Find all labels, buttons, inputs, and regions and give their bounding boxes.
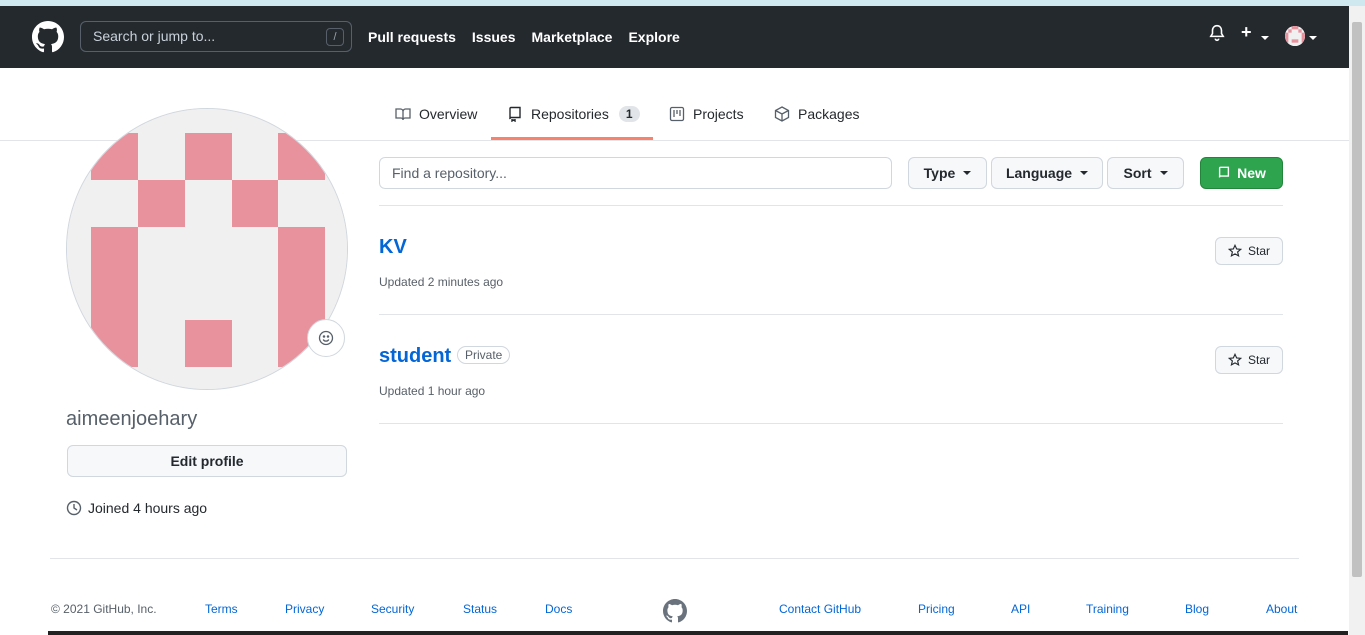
list-divider (379, 423, 1283, 424)
tab-packages[interactable]: Packages (774, 106, 859, 122)
nav-marketplace[interactable]: Marketplace (532, 29, 613, 45)
os-taskbar-edge (48, 631, 1348, 635)
star-label: Star (1247, 244, 1270, 258)
caret-down-icon (1080, 171, 1089, 175)
footer-divider (50, 558, 1299, 559)
create-menu-caret-icon[interactable] (1261, 36, 1269, 40)
type-filter-button[interactable]: Type (908, 157, 987, 189)
book-icon (395, 108, 411, 121)
repositories-count-badge: 1 (618, 106, 640, 122)
joined-text: Joined 4 hours ago (88, 500, 208, 516)
footer-link-blog[interactable]: Blog (1185, 602, 1209, 616)
repo-link-student[interactable]: student (379, 345, 451, 368)
profile-username: aimeenjoehary (66, 408, 198, 430)
identicon-small-icon (1285, 26, 1305, 46)
package-icon (774, 106, 790, 122)
footer-link-api[interactable]: API (1011, 602, 1030, 616)
tab-packages-label: Packages (798, 106, 860, 122)
star-button-student[interactable]: Star (1215, 346, 1283, 374)
repo-icon (509, 106, 521, 122)
github-footer-logo-icon[interactable] (663, 599, 687, 623)
project-icon (669, 106, 685, 122)
tab-projects-label: Projects (693, 106, 744, 122)
tab-overview-label: Overview (419, 106, 478, 122)
caret-down-icon (1159, 171, 1168, 175)
language-filter-button[interactable]: Language (991, 157, 1103, 189)
scrollbar-thumb[interactable] (1352, 22, 1362, 577)
type-filter-label: Type (923, 165, 956, 181)
sort-filter-button[interactable]: Sort (1107, 157, 1184, 189)
site-header: Search or jump to... / Pull requests Iss… (0, 6, 1349, 68)
nav-explore[interactable]: Explore (628, 29, 679, 45)
repo-link-kv[interactable]: KV (379, 236, 407, 259)
tab-overview[interactable]: Overview (395, 106, 477, 122)
identicon-avatar-icon (67, 109, 347, 389)
star-icon (1227, 244, 1242, 258)
caret-down-icon (963, 171, 972, 175)
header-nav: Pull requests Issues Marketplace Explore (368, 29, 680, 45)
nav-issues[interactable]: Issues (472, 29, 516, 45)
set-status-smiley-icon[interactable] (307, 319, 345, 357)
footer-link-docs[interactable]: Docs (545, 602, 572, 616)
footer-link-pricing[interactable]: Pricing (918, 602, 955, 616)
tab-projects[interactable]: Projects (669, 106, 744, 122)
language-filter-label: Language (1005, 165, 1073, 181)
footer-link-about[interactable]: About (1266, 602, 1297, 616)
clock-icon (66, 500, 82, 516)
repo-icon (1218, 166, 1230, 178)
footer-copyright: © 2021 GitHub, Inc. (51, 602, 157, 616)
sort-filter-label: Sort (1123, 165, 1152, 181)
nav-pull-requests[interactable]: Pull requests (368, 29, 456, 45)
create-new-plus-icon[interactable]: + (1241, 22, 1252, 43)
list-divider (379, 205, 1283, 206)
list-divider (379, 314, 1283, 315)
smiley-icon (318, 330, 334, 346)
repo-updated-student: Updated 1 hour ago (379, 384, 486, 398)
active-tab-indicator (491, 137, 653, 140)
new-button-label: New (1237, 165, 1266, 181)
footer-link-status[interactable]: Status (463, 602, 497, 616)
new-repository-button[interactable]: New (1200, 157, 1283, 189)
footer-link-contact[interactable]: Contact GitHub (779, 602, 861, 616)
footer-link-security[interactable]: Security (371, 602, 414, 616)
user-menu-caret-icon[interactable] (1309, 36, 1317, 40)
joined-info: Joined 4 hours ago (66, 500, 207, 516)
star-button-kv[interactable]: Star (1215, 237, 1283, 265)
user-avatar-menu[interactable] (1285, 26, 1305, 46)
search-placeholder: Search or jump to... (93, 28, 216, 44)
search-input[interactable]: Search or jump to... / (80, 21, 352, 52)
edit-profile-button[interactable]: Edit profile (67, 445, 347, 477)
repo-updated-kv: Updated 2 minutes ago (379, 275, 504, 289)
private-badge: Private (457, 346, 511, 364)
star-label: Star (1247, 353, 1270, 367)
star-icon (1227, 353, 1242, 367)
footer-link-privacy[interactable]: Privacy (285, 602, 324, 616)
github-logo-icon[interactable] (32, 21, 64, 53)
profile-avatar[interactable] (66, 108, 348, 390)
search-shortcut-badge: / (326, 28, 344, 46)
notification-bell-icon[interactable] (1208, 24, 1226, 42)
find-repository-input[interactable]: Find a repository... (379, 157, 892, 189)
footer-link-terms[interactable]: Terms (205, 602, 238, 616)
tab-repositories-label: Repositories (531, 106, 609, 122)
footer-link-training[interactable]: Training (1086, 602, 1129, 616)
tab-repositories[interactable]: Repositories 1 (507, 106, 640, 122)
